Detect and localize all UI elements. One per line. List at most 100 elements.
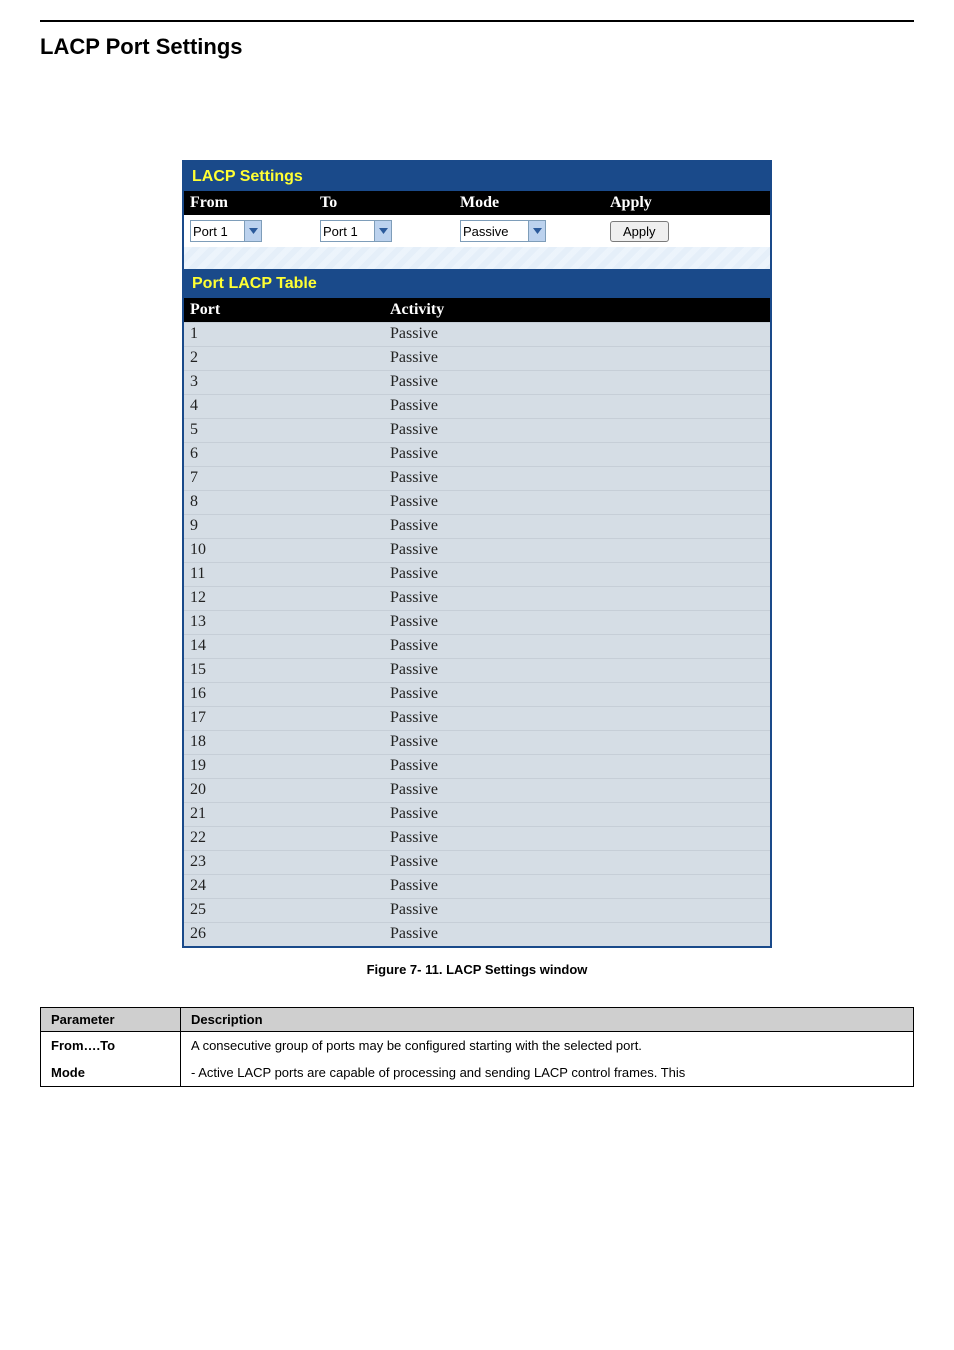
activity-cell: Passive	[384, 779, 770, 802]
table-row: 15Passive	[184, 658, 770, 682]
table-header-activity: Activity	[384, 298, 770, 322]
port-cell: 16	[184, 683, 384, 706]
port-cell: 4	[184, 395, 384, 418]
port-cell: 7	[184, 467, 384, 490]
port-cell: 1	[184, 323, 384, 346]
port-cell: 19	[184, 755, 384, 778]
table-header-port: Port	[184, 298, 384, 322]
activity-cell: Passive	[384, 467, 770, 490]
table-body: 1Passive2Passive3Passive4Passive5Passive…	[184, 322, 770, 946]
parameter-table: Parameter Description From….To A consecu…	[40, 1007, 914, 1087]
table-row: 25Passive	[184, 898, 770, 922]
table-row: 19Passive	[184, 754, 770, 778]
param-header-desc: Description	[181, 1008, 914, 1032]
table-row: 20Passive	[184, 778, 770, 802]
table-row: 8Passive	[184, 490, 770, 514]
panel-wrap: LACP Settings From To Mode Apply Port 1	[40, 160, 914, 948]
port-cell: 13	[184, 611, 384, 634]
apply-button[interactable]: Apply	[610, 221, 669, 242]
port-cell: 2	[184, 347, 384, 370]
table-row: 16Passive	[184, 682, 770, 706]
table-row: From….To A consecutive group of ports ma…	[41, 1032, 914, 1060]
top-rule	[40, 20, 914, 22]
activity-cell: Passive	[384, 731, 770, 754]
mode-select[interactable]: Passive	[460, 220, 546, 242]
table-row: Mode - Active LACP ports are capable of …	[41, 1059, 914, 1087]
port-cell: 10	[184, 539, 384, 562]
table-row: 7Passive	[184, 466, 770, 490]
port-cell: 26	[184, 923, 384, 946]
activity-cell: Passive	[384, 515, 770, 538]
param-desc: A consecutive group of ports may be conf…	[181, 1032, 914, 1060]
page-title: LACP Port Settings	[40, 34, 914, 60]
param-desc: - Active LACP ports are capable of proce…	[181, 1059, 914, 1087]
table-header-row: Port Activity	[184, 298, 770, 322]
activity-cell: Passive	[384, 587, 770, 610]
panel-header-table: Port LACP Table	[184, 269, 770, 298]
port-cell: 8	[184, 491, 384, 514]
table-row: 12Passive	[184, 586, 770, 610]
decorative-band	[184, 247, 770, 269]
table-row: 17Passive	[184, 706, 770, 730]
table-row: 22Passive	[184, 826, 770, 850]
activity-cell: Passive	[384, 611, 770, 634]
activity-cell: Passive	[384, 755, 770, 778]
param-name: Mode	[41, 1059, 181, 1087]
activity-cell: Passive	[384, 659, 770, 682]
table-row: 13Passive	[184, 610, 770, 634]
table-row: 21Passive	[184, 802, 770, 826]
from-select[interactable]: Port 1	[190, 220, 262, 242]
port-cell: 15	[184, 659, 384, 682]
activity-cell: Passive	[384, 635, 770, 658]
table-row: 14Passive	[184, 634, 770, 658]
header-apply: Apply	[604, 191, 770, 215]
activity-cell: Passive	[384, 707, 770, 730]
port-cell: 24	[184, 875, 384, 898]
port-cell: 17	[184, 707, 384, 730]
port-cell: 20	[184, 779, 384, 802]
activity-cell: Passive	[384, 395, 770, 418]
table-row: 23Passive	[184, 850, 770, 874]
activity-cell: Passive	[384, 923, 770, 946]
param-header-desc-text: Description	[191, 1012, 263, 1027]
activity-cell: Passive	[384, 371, 770, 394]
controls-header-row: From To Mode Apply	[184, 191, 770, 215]
table-row: 26Passive	[184, 922, 770, 946]
figure-caption: Figure 7- 11. LACP Settings window	[40, 962, 914, 977]
port-cell: 6	[184, 443, 384, 466]
activity-cell: Passive	[384, 347, 770, 370]
header-mode: Mode	[454, 191, 604, 215]
activity-cell: Passive	[384, 491, 770, 514]
port-cell: 18	[184, 731, 384, 754]
activity-cell: Passive	[384, 443, 770, 466]
port-cell: 9	[184, 515, 384, 538]
param-name: From….To	[41, 1032, 181, 1060]
panel-header-settings: LACP Settings	[184, 162, 770, 191]
port-cell: 22	[184, 827, 384, 850]
to-select[interactable]: Port 1	[320, 220, 392, 242]
activity-cell: Passive	[384, 419, 770, 442]
activity-cell: Passive	[384, 683, 770, 706]
table-row: 3Passive	[184, 370, 770, 394]
activity-cell: Passive	[384, 827, 770, 850]
param-header-param: Parameter	[41, 1008, 181, 1032]
activity-cell: Passive	[384, 851, 770, 874]
table-row: 6Passive	[184, 442, 770, 466]
port-cell: 11	[184, 563, 384, 586]
table-row: 11Passive	[184, 562, 770, 586]
table-row: 2Passive	[184, 346, 770, 370]
port-cell: 23	[184, 851, 384, 874]
port-cell: 3	[184, 371, 384, 394]
header-from: From	[184, 191, 314, 215]
port-cell: 12	[184, 587, 384, 610]
table-row: 24Passive	[184, 874, 770, 898]
header-to: To	[314, 191, 454, 215]
controls-row: Port 1 Port 1	[184, 215, 770, 247]
table-row: 5Passive	[184, 418, 770, 442]
activity-cell: Passive	[384, 563, 770, 586]
activity-cell: Passive	[384, 539, 770, 562]
port-cell: 5	[184, 419, 384, 442]
table-row: 18Passive	[184, 730, 770, 754]
activity-cell: Passive	[384, 323, 770, 346]
lacp-panel: LACP Settings From To Mode Apply Port 1	[182, 160, 772, 948]
